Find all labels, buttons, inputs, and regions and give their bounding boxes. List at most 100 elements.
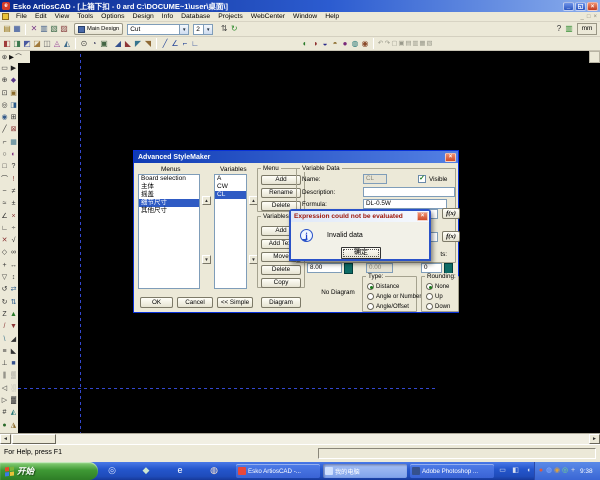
toolbar-icon[interactable]: ▥	[39, 23, 49, 35]
toolbar-icon[interactable]: ▥	[564, 23, 574, 35]
toolbar-icon[interactable]: ▧	[49, 23, 59, 35]
taskbar-button-adobe-photoshop[interactable]: Adobe Photoshop ...	[410, 464, 494, 478]
tool-icon[interactable]: ◔	[89, 38, 99, 50]
tool-icon[interactable]: ⊙	[79, 38, 89, 50]
side-tool-icon[interactable]: #	[0, 407, 9, 419]
mdi-window-controls[interactable]: _□×	[581, 14, 600, 20]
list-item[interactable]: 主体	[139, 183, 199, 191]
menus-listbox[interactable]: Board selection主体摇盖细节尺寸其他尺寸	[138, 174, 200, 289]
tool-icon[interactable]: ◥	[143, 38, 153, 50]
tray-icon[interactable]: ▭	[498, 465, 507, 476]
side-tool-icon[interactable]: ÷	[9, 223, 18, 235]
line-tool-icon[interactable]: ∟	[190, 38, 200, 50]
menu-file[interactable]: File	[12, 13, 31, 20]
side-tool-icon[interactable]: ∟	[0, 223, 9, 235]
tray-icon[interactable]: ◉	[553, 466, 561, 476]
formula-field[interactable]: DL-0.5W	[363, 199, 447, 209]
simple-button[interactable]: << Simple	[217, 297, 253, 308]
side-tool-icon[interactable]: ▣	[9, 88, 18, 100]
side-tool-icon[interactable]: ↻	[0, 297, 9, 309]
side-tool-icon[interactable]: /	[0, 321, 9, 333]
tool-icon[interactable]: ◒	[320, 38, 330, 50]
tray-icon[interactable]: ◖	[524, 465, 533, 476]
disabled-tool-icon[interactable]: ▦	[419, 38, 426, 49]
quick-launch-icon[interactable]: ◍	[208, 464, 220, 477]
disabled-tool-icon[interactable]: ↷	[384, 38, 391, 49]
tool-icon[interactable]: ◭	[62, 38, 72, 50]
disabled-tool-icon[interactable]: ▤	[405, 38, 412, 49]
line-tool-icon[interactable]: ⌐	[180, 38, 190, 50]
side-tool-icon[interactable]: ░	[9, 383, 18, 395]
tool-icon[interactable]: ▣	[99, 38, 109, 50]
toolbar-icon[interactable]: ?	[554, 23, 564, 35]
quick-launch-icon[interactable]: ◆	[140, 464, 152, 477]
chevron-down-icon[interactable]: ▼	[179, 25, 188, 34]
side-tool-icon[interactable]: ◁	[0, 383, 9, 395]
none-radio[interactable]: None	[426, 282, 458, 291]
menu-view[interactable]: View	[51, 13, 74, 20]
side-tool-icon[interactable]: ↔	[9, 260, 18, 272]
side-tool-icon[interactable]: ≡	[0, 346, 9, 358]
side-tool-icon[interactable]: ╱	[0, 124, 9, 136]
error-dialog-titlebar[interactable]: Expression could not be evaluated ×	[291, 211, 429, 222]
side-tool-icon[interactable]: ∞	[9, 247, 18, 259]
toolbar-icon[interactable]: ▦	[12, 23, 22, 35]
side-tool-icon[interactable]: ?	[9, 161, 18, 173]
tool-icon[interactable]: ◑	[310, 38, 320, 50]
current-value-field[interactable]: 8.00	[307, 263, 342, 273]
menu-window[interactable]: Window	[289, 13, 321, 20]
tool-icon[interactable]: ●	[340, 38, 350, 50]
menu-webcenter[interactable]: WebCenter	[247, 13, 289, 20]
side-tool-icon[interactable]: ◮	[9, 420, 18, 432]
scale-combobox[interactable]: 2 ▼	[193, 24, 213, 35]
copy-button[interactable]: Copy	[261, 278, 301, 288]
scroll-right-icon[interactable]: ►	[589, 434, 600, 444]
tool-icon[interactable]: ◉	[360, 38, 370, 50]
tray-icon[interactable]: ◎	[561, 466, 569, 476]
side-tool-icon[interactable]: ◐	[9, 149, 18, 161]
view-tool-icon[interactable]: ⊕	[1, 52, 8, 63]
toolbar-icon[interactable]: ✕	[29, 23, 39, 35]
restore-icon[interactable]: ◱	[575, 2, 586, 11]
side-tool-icon[interactable]: □	[0, 161, 9, 173]
quick-launch-icon[interactable]: e	[174, 464, 186, 477]
tray-icon[interactable]: +	[569, 466, 577, 476]
side-tool-icon[interactable]: ⌒	[0, 174, 9, 186]
side-tool-icon[interactable]: ⌐	[0, 137, 9, 149]
fx-button[interactable]: f(x)	[442, 208, 460, 219]
side-tool-icon[interactable]: ■	[9, 358, 18, 370]
tool-icon[interactable]: ◣	[123, 38, 133, 50]
close-icon[interactable]: ×	[417, 212, 428, 221]
menu-tools[interactable]: Tools	[73, 13, 97, 20]
side-tool-icon[interactable]: ⇅	[9, 297, 18, 309]
side-tool-icon[interactable]: ▓	[9, 395, 18, 407]
side-tool-icon[interactable]: ▼	[9, 321, 18, 333]
ok-button[interactable]: OK	[140, 297, 173, 308]
radio-icon[interactable]	[426, 283, 433, 290]
tool-icon[interactable]: ◍	[350, 38, 360, 50]
side-tool-icon[interactable]: ▶	[9, 63, 18, 75]
toolbar-icon[interactable]: ↻	[229, 23, 239, 35]
list-item[interactable]: CL	[215, 191, 246, 199]
line-tool-icon[interactable]: ∠	[170, 38, 180, 50]
side-tool-icon[interactable]: ▷	[0, 395, 9, 407]
side-tool-icon[interactable]: ○	[0, 149, 9, 161]
side-tool-icon[interactable]: \	[0, 334, 9, 346]
side-tool-icon[interactable]: ▒	[9, 370, 18, 382]
toolbar-icon[interactable]: ⇅	[219, 23, 229, 35]
side-tool-icon[interactable]: ◢	[9, 334, 18, 346]
side-tool-icon[interactable]: ▭	[0, 63, 9, 75]
disabled-tool-icon[interactable]: ↶	[377, 38, 384, 49]
side-tool-icon[interactable]: ⊠	[9, 124, 18, 136]
list-item[interactable]: CW	[215, 183, 246, 191]
rename-button[interactable]: Rename	[261, 188, 301, 198]
side-tool-icon[interactable]: ◣	[9, 346, 18, 358]
side-tool-icon[interactable]: ◨	[9, 100, 18, 112]
side-tool-icon[interactable]: ⊕	[0, 75, 9, 87]
tool-icon[interactable]: ◪	[32, 38, 42, 50]
disabled-tool-icon[interactable]: ▣	[398, 38, 405, 49]
tray-icon[interactable]: ◧	[511, 465, 520, 476]
tool-icon[interactable]: ◐	[300, 38, 310, 50]
side-tool-icon[interactable]: ±	[9, 198, 18, 210]
side-tool-icon[interactable]: ▦	[9, 137, 18, 149]
